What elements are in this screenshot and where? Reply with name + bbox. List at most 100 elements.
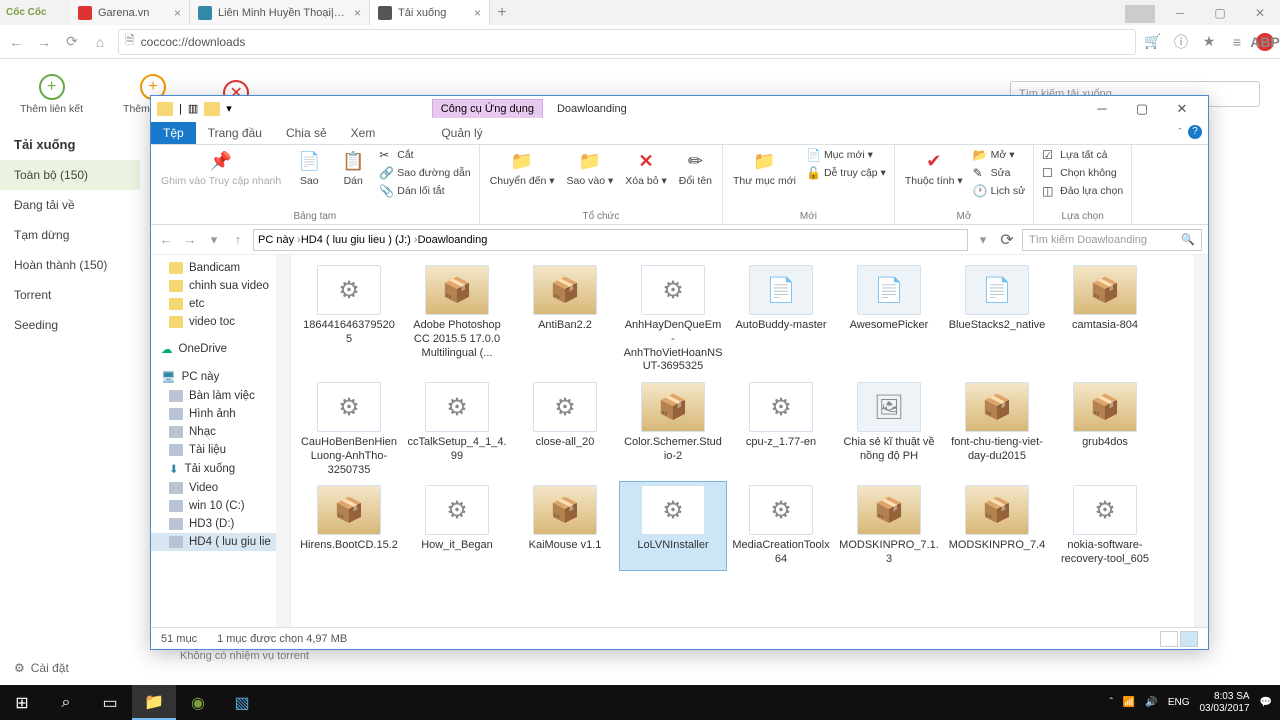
nav-onedrive[interactable]: ☁OneDrive bbox=[151, 339, 290, 359]
back-button[interactable]: ← bbox=[6, 34, 26, 50]
extension-icon[interactable]: ⓘ bbox=[1172, 33, 1190, 51]
notifications-icon[interactable]: 💬 bbox=[1260, 697, 1272, 708]
up-button[interactable]: ↑ bbox=[229, 232, 247, 247]
close-icon[interactable]: × bbox=[354, 6, 361, 20]
sidebar-item-completed[interactable]: Hoàn thành (150) bbox=[0, 250, 140, 280]
taskbar-app-explorer[interactable]: 📁 bbox=[132, 685, 176, 720]
maximize-button[interactable]: ▢ bbox=[1122, 101, 1162, 117]
language-indicator[interactable]: ENG bbox=[1168, 697, 1190, 708]
paste-button[interactable]: 📋Dán bbox=[333, 147, 373, 189]
file-item[interactable]: ⚙How_it_Began bbox=[403, 481, 511, 571]
add-link-button[interactable]: +Thêm liên kết bbox=[20, 74, 83, 115]
file-item[interactable]: ⚙cpu-z_1.77-en bbox=[727, 378, 835, 481]
tab-home[interactable]: Trang đầu bbox=[196, 122, 274, 144]
settings-link[interactable]: ⚙Cài đặt bbox=[0, 651, 83, 685]
nav-documents[interactable]: Tài liệu bbox=[151, 441, 290, 459]
nav-folder[interactable]: chinh sua video bbox=[151, 277, 290, 295]
new-tab-button[interactable]: + bbox=[490, 0, 514, 25]
volume-icon[interactable]: 🔊 bbox=[1145, 697, 1157, 708]
new-item-button[interactable]: 📄Mục mới ▾ bbox=[804, 147, 888, 163]
collapse-ribbon-icon[interactable]: ˆ bbox=[1178, 127, 1182, 139]
select-all-button[interactable]: ☑Lựa tất cả bbox=[1040, 147, 1125, 163]
sidebar-item-seeding[interactable]: Seeding bbox=[0, 310, 140, 340]
back-button[interactable]: ← bbox=[157, 232, 175, 247]
file-item[interactable]: ⚙LoLVNInstaller bbox=[619, 481, 727, 571]
new-folder-button[interactable]: 📁Thư mục mới bbox=[729, 147, 800, 189]
properties-button[interactable]: ✔Thuộc tính ▾ bbox=[901, 147, 967, 189]
refresh-button[interactable]: ⟳ bbox=[998, 230, 1016, 250]
edit-button[interactable]: ✎Sửa bbox=[971, 165, 1027, 181]
invert-selection-button[interactable]: ◫Đảo lựa chọn bbox=[1040, 183, 1125, 199]
nav-this-pc[interactable]: 🖥PC này bbox=[151, 367, 290, 387]
file-item[interactable]: 📦font-chu-tieng-viet-day-du2015 bbox=[943, 378, 1051, 481]
nav-folder[interactable]: etc bbox=[151, 295, 290, 313]
maximize-button[interactable]: ▢ bbox=[1200, 0, 1240, 25]
tab-manage[interactable]: Quản lý bbox=[429, 122, 494, 144]
tray-chevron-icon[interactable]: ˆ bbox=[1110, 697, 1113, 708]
file-item[interactable]: 📄AwesomePicker bbox=[835, 261, 943, 378]
sidebar-item-downloading[interactable]: Đang tải về bbox=[0, 190, 140, 220]
nav-folder[interactable]: video toc bbox=[151, 313, 290, 331]
home-button[interactable]: ⌂ bbox=[90, 34, 110, 50]
close-button[interactable]: ✕ bbox=[1162, 101, 1202, 117]
tab-file[interactable]: Tệp bbox=[151, 122, 196, 144]
history-dropdown[interactable]: ▾ bbox=[205, 232, 223, 248]
scrollbar[interactable] bbox=[1194, 255, 1208, 627]
address-bar[interactable]: 🗎coccoc://downloads bbox=[118, 29, 1136, 55]
tab-view[interactable]: Xem bbox=[339, 122, 388, 144]
breadcrumb[interactable]: PC này HD4 ( luu giu lieu ) (J:) Doawloa… bbox=[253, 229, 968, 251]
bookmark-icon[interactable]: ★ bbox=[1200, 33, 1218, 51]
icons-view-button[interactable] bbox=[1180, 631, 1198, 647]
pin-button[interactable]: 📌Ghim vào Truy cập nhanh bbox=[157, 147, 285, 189]
close-icon[interactable]: × bbox=[174, 6, 181, 20]
open-button[interactable]: 📂Mở ▾ bbox=[971, 147, 1027, 163]
nav-drive-j[interactable]: HD4 ( luu giu lie bbox=[151, 533, 290, 551]
taskbar-app[interactable]: ▧ bbox=[220, 685, 264, 720]
nav-desktop[interactable]: Bàn làm việc bbox=[151, 387, 290, 405]
details-view-button[interactable] bbox=[1160, 631, 1178, 647]
help-icon[interactable]: ? bbox=[1188, 125, 1202, 139]
user-icon[interactable] bbox=[1120, 0, 1160, 25]
nav-drive-c[interactable]: win 10 (C:) bbox=[151, 497, 290, 515]
browser-tab[interactable]: Tải xuống× bbox=[370, 0, 490, 25]
file-item[interactable]: ⚙MediaCreationToolx64 bbox=[727, 481, 835, 571]
file-item[interactable]: 🖼Chia sẻ kĩ thuật về nồng độ PH bbox=[835, 378, 943, 481]
nav-drive-d[interactable]: HD3 (D:) bbox=[151, 515, 290, 533]
file-item[interactable]: 📦Adobe Photoshop CC 2015.5 17.0.0 Multil… bbox=[403, 261, 511, 378]
close-icon[interactable]: × bbox=[474, 6, 481, 20]
file-item[interactable]: 📦Color.Schemer.Studio-2 bbox=[619, 378, 727, 481]
nav-videos[interactable]: Video bbox=[151, 479, 290, 497]
address-dropdown[interactable]: ▾ bbox=[974, 232, 992, 248]
sidebar-item-torrent[interactable]: Torrent bbox=[0, 280, 140, 310]
menu-icon[interactable]: ≡ bbox=[1228, 33, 1246, 51]
file-item[interactable]: ⚙close-all_20 bbox=[511, 378, 619, 481]
forward-button[interactable]: → bbox=[181, 232, 199, 247]
file-item[interactable]: ⚙186441646379520 5 bbox=[295, 261, 403, 378]
file-item[interactable]: 📄AutoBuddy-master bbox=[727, 261, 835, 378]
paste-shortcut-button[interactable]: 📎Dán lối tắt bbox=[377, 183, 472, 199]
network-icon[interactable]: 📶 bbox=[1123, 697, 1135, 708]
explorer-search-input[interactable]: Tìm kiếm Doawloanding🔍 bbox=[1022, 229, 1202, 251]
task-view-button[interactable]: ▭ bbox=[88, 685, 132, 720]
reload-button[interactable]: ⟳ bbox=[62, 33, 82, 50]
file-item[interactable]: ⚙ccTalkSetup_4_1_4.99 bbox=[403, 378, 511, 481]
start-button[interactable]: ⊞ bbox=[0, 685, 44, 720]
close-button[interactable]: ✕ bbox=[1240, 0, 1280, 25]
browser-tab[interactable]: Garena.vn× bbox=[70, 0, 190, 25]
cut-button[interactable]: ✂Cắt bbox=[377, 147, 472, 163]
clock[interactable]: 8:03 SA03/03/2017 bbox=[1199, 691, 1249, 715]
rename-button[interactable]: ✏Đổi tên bbox=[675, 147, 716, 189]
qat-dropdown-icon[interactable]: ▾ bbox=[226, 102, 232, 115]
files-pane[interactable]: ⚙186441646379520 5📦Adobe Photoshop CC 20… bbox=[291, 255, 1208, 627]
easy-access-button[interactable]: 🔓Dễ truy cập ▾ bbox=[804, 165, 888, 181]
select-none-button[interactable]: ☐Chọn không bbox=[1040, 165, 1125, 181]
file-item[interactable]: 📦camtasia-804 bbox=[1051, 261, 1159, 378]
file-item[interactable]: 📦MODSKINPRO_7.4 bbox=[943, 481, 1051, 571]
file-item[interactable]: 📦Hirens.BootCD.15.2 bbox=[295, 481, 403, 571]
taskbar-app-coccoc[interactable]: ◉ bbox=[176, 685, 220, 720]
file-item[interactable]: 📦grub4dos bbox=[1051, 378, 1159, 481]
properties-icon[interactable]: ▥ bbox=[188, 102, 198, 115]
forward-button[interactable]: → bbox=[34, 34, 54, 50]
file-item[interactable]: 📄BlueStacks2_native bbox=[943, 261, 1051, 378]
minimize-button[interactable]: ─ bbox=[1082, 101, 1122, 117]
